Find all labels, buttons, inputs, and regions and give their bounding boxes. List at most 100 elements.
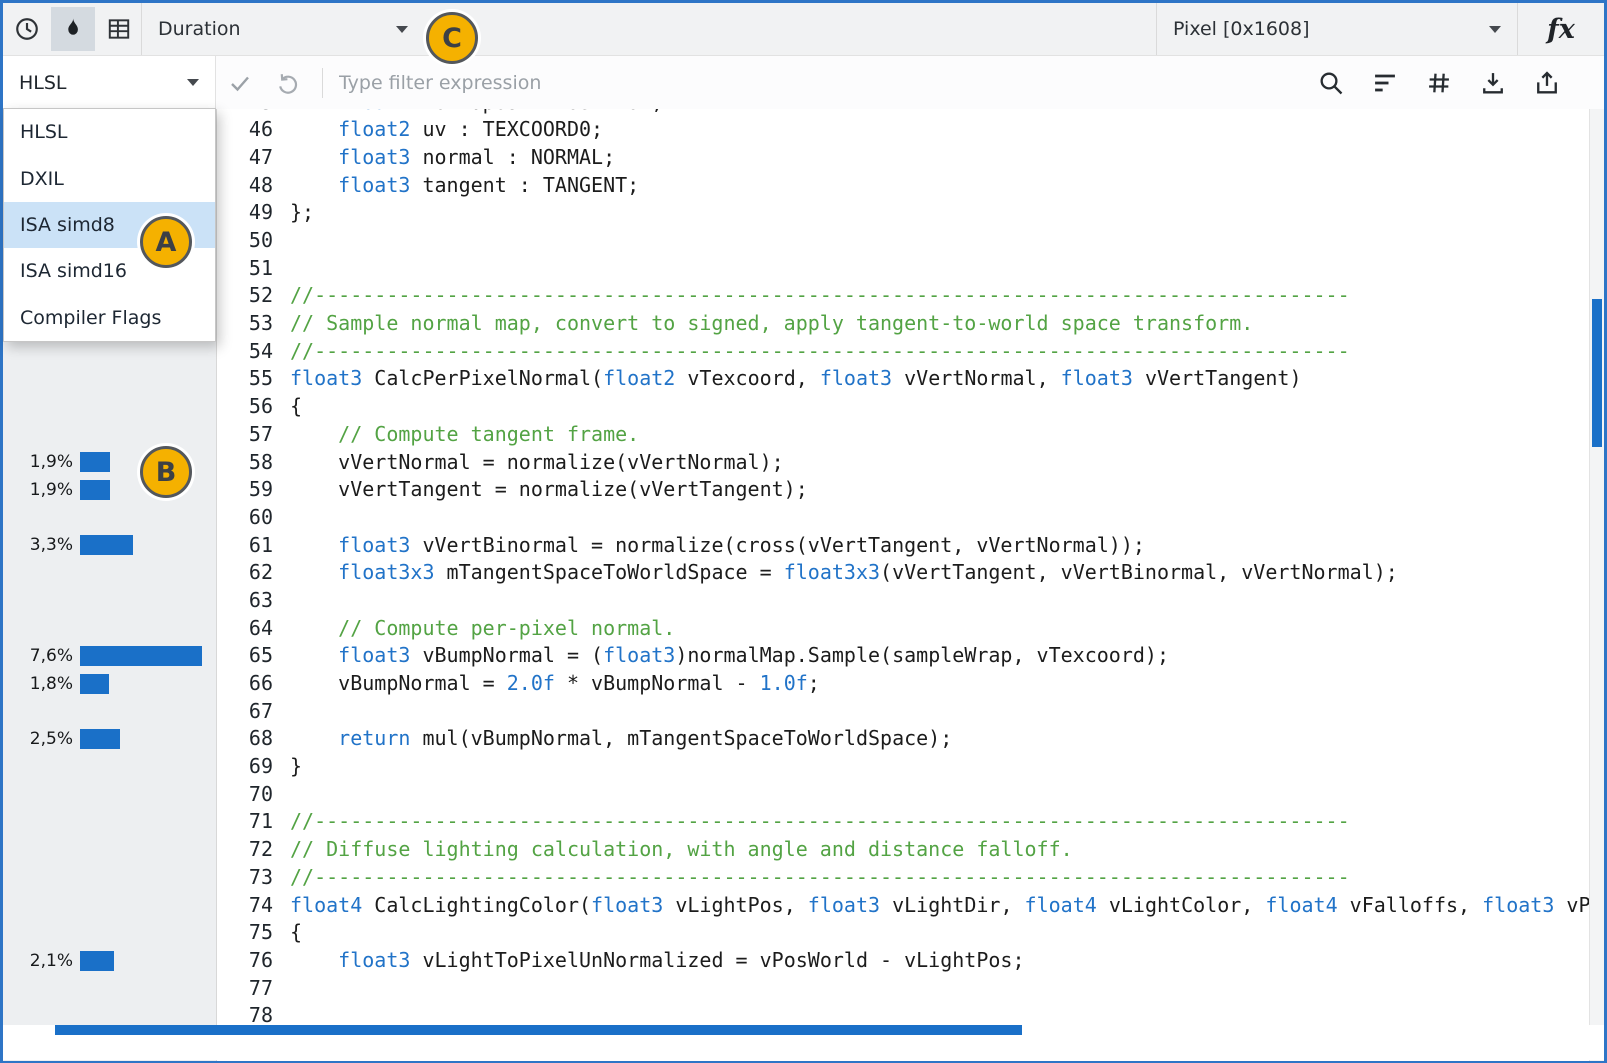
dropdown-item-dxil[interactable]: DXIL xyxy=(4,155,215,201)
sort-lines-icon xyxy=(1371,69,1399,97)
code-view: 1,9%1,9%3,3%7,6%1,8%2,5%2,1% 45 float4 w… xyxy=(3,109,1604,1061)
code-text: } xyxy=(290,753,302,781)
search-button[interactable] xyxy=(1304,61,1358,105)
source-code-panel[interactable]: 45 float4 worldpos : POSITION;46 float2 … xyxy=(217,109,1589,1061)
code-line-73[interactable]: 73//------------------------------------… xyxy=(217,864,1589,892)
profile-bar xyxy=(80,646,202,666)
code-line-76[interactable]: 76 float3 vLightToPixelUnNormalized = vP… xyxy=(217,947,1589,975)
profile-row-empty xyxy=(3,587,216,615)
code-line-70[interactable]: 70 xyxy=(217,781,1589,809)
chevron-down-icon xyxy=(396,26,408,33)
filter-bar: HLSL xyxy=(3,56,1604,109)
profile-percent: 1,8% xyxy=(3,674,73,694)
code-line-69[interactable]: 69} xyxy=(217,753,1589,781)
code-line-72[interactable]: 72// Diffuse lighting calculation, with … xyxy=(217,836,1589,864)
code-line-64[interactable]: 64 // Compute per-pixel normal. xyxy=(217,615,1589,643)
profile-row-empty xyxy=(3,919,216,947)
profile-percent: 1,9% xyxy=(3,480,73,500)
code-text: // Diffuse lighting calculation, with an… xyxy=(290,836,1073,864)
dropdown-item-compiler-flags[interactable]: Compiler Flags xyxy=(4,295,215,341)
metrics-table-button[interactable] xyxy=(97,7,141,51)
apply-filter-button[interactable] xyxy=(216,61,264,105)
vertical-scrollbar-thumb[interactable] xyxy=(1592,299,1602,447)
profile-row-empty xyxy=(3,559,216,587)
code-line-52[interactable]: 52//------------------------------------… xyxy=(217,282,1589,310)
line-number: 68 xyxy=(217,725,273,753)
profile-row-empty xyxy=(3,365,216,393)
fx-function-icon[interactable]: fx xyxy=(1518,14,1604,45)
annotation-badge-a: A xyxy=(140,216,192,268)
code-line-77[interactable]: 77 xyxy=(217,975,1589,1003)
line-number: 71 xyxy=(217,808,273,836)
code-line-62[interactable]: 62 float3x3 mTangentSpaceToWorldSpace = … xyxy=(217,559,1589,587)
code-line-68[interactable]: 68 return mul(vBumpNormal, mTangentSpace… xyxy=(217,725,1589,753)
code-text: float3x3 mTangentSpaceToWorldSpace = flo… xyxy=(290,559,1398,587)
code-line-66[interactable]: 66 vBumpNormal = 2.0f * vBumpNormal - 1.… xyxy=(217,670,1589,698)
shader-stage-label: Pixel [0x1608] xyxy=(1173,18,1310,40)
code-line-56[interactable]: 56{ xyxy=(217,393,1589,421)
code-line-67[interactable]: 67 xyxy=(217,698,1589,726)
profile-row-empty xyxy=(3,753,216,781)
code-line-54[interactable]: 54//------------------------------------… xyxy=(217,338,1589,366)
hash-grid-icon xyxy=(1425,69,1453,97)
code-line-75[interactable]: 75{ xyxy=(217,919,1589,947)
download-button[interactable] xyxy=(1466,61,1520,105)
language-dropdown[interactable]: HLSL xyxy=(3,56,216,109)
code-line-55[interactable]: 55float3 CalcPerPixelNormal(float2 vTexc… xyxy=(217,365,1589,393)
code-line-46[interactable]: 46 float2 uv : TEXCOORD0; xyxy=(217,116,1589,144)
language-dropdown-value: HLSL xyxy=(19,72,67,94)
code-line-63[interactable]: 63 xyxy=(217,587,1589,615)
metrics-table-icon xyxy=(106,16,132,42)
code-text: float3 vBumpNormal = (float3)normalMap.S… xyxy=(290,642,1169,670)
code-line-53[interactable]: 53// Sample normal map, convert to signe… xyxy=(217,310,1589,338)
code-line-49[interactable]: 49}; xyxy=(217,199,1589,227)
chevron-down-icon xyxy=(187,79,199,86)
code-line-58[interactable]: 58 vVertNormal = normalize(vVertNormal); xyxy=(217,449,1589,477)
profile-percent: 1,9% xyxy=(3,452,73,472)
horizontal-scrollbar-thumb[interactable] xyxy=(55,1025,1022,1035)
line-number: 74 xyxy=(217,892,273,920)
code-line-74[interactable]: 74float4 CalcLightingColor(float3 vLight… xyxy=(217,892,1589,920)
sort-lines-button[interactable] xyxy=(1358,61,1412,105)
filter-divider xyxy=(322,68,323,98)
reset-filter-button[interactable] xyxy=(264,61,312,105)
code-line-71[interactable]: 71//------------------------------------… xyxy=(217,808,1589,836)
line-number: 76 xyxy=(217,947,273,975)
line-numbers-button[interactable] xyxy=(1412,61,1466,105)
profile-row-empty xyxy=(3,504,216,532)
code-line-59[interactable]: 59 vVertTangent = normalize(vVertTangent… xyxy=(217,476,1589,504)
shader-profiler-window: Duration Pixel [0x1608] fx HLSL xyxy=(0,0,1607,1063)
line-number: 54 xyxy=(217,338,273,366)
line-number: 64 xyxy=(217,615,273,643)
code-text: //--------------------------------------… xyxy=(290,864,1350,892)
duration-clock-button[interactable] xyxy=(5,7,49,51)
download-icon xyxy=(1479,69,1507,97)
export-button[interactable] xyxy=(1520,61,1574,105)
code-line-45[interactable]: 45 float4 worldpos : POSITION; xyxy=(217,109,1589,116)
shader-stage-dropdown[interactable]: Pixel [0x1608] xyxy=(1157,3,1517,55)
filter-expression-input[interactable] xyxy=(333,56,1304,109)
duration-dropdown[interactable]: Duration xyxy=(142,3,424,55)
code-line-48[interactable]: 48 float3 tangent : TANGENT; xyxy=(217,172,1589,200)
line-number: 58 xyxy=(217,449,273,477)
code-text: { xyxy=(290,393,302,421)
profile-row-61: 3,3% xyxy=(3,532,216,560)
code-line-60[interactable]: 60 xyxy=(217,504,1589,532)
hotspots-flame-button[interactable] xyxy=(51,7,95,51)
code-text: // Sample normal map, convert to signed,… xyxy=(290,310,1253,338)
code-text: vVertTangent = normalize(vVertTangent); xyxy=(290,476,808,504)
vertical-scrollbar[interactable] xyxy=(1589,109,1604,1061)
code-text: // Compute tangent frame. xyxy=(290,421,639,449)
code-line-47[interactable]: 47 float3 normal : NORMAL; xyxy=(217,144,1589,172)
code-line-61[interactable]: 61 float3 vVertBinormal = normalize(cros… xyxy=(217,532,1589,560)
duration-dropdown-label: Duration xyxy=(158,18,241,40)
code-line-51[interactable]: 51 xyxy=(217,255,1589,283)
line-number: 51 xyxy=(217,255,273,283)
code-line-50[interactable]: 50 xyxy=(217,227,1589,255)
annotation-badge-c: C xyxy=(426,12,478,64)
line-number: 55 xyxy=(217,365,273,393)
code-line-57[interactable]: 57 // Compute tangent frame. xyxy=(217,421,1589,449)
profile-row-empty xyxy=(3,836,216,864)
dropdown-item-hlsl[interactable]: HLSL xyxy=(4,109,215,155)
code-line-65[interactable]: 65 float3 vBumpNormal = (float3)normalMa… xyxy=(217,642,1589,670)
